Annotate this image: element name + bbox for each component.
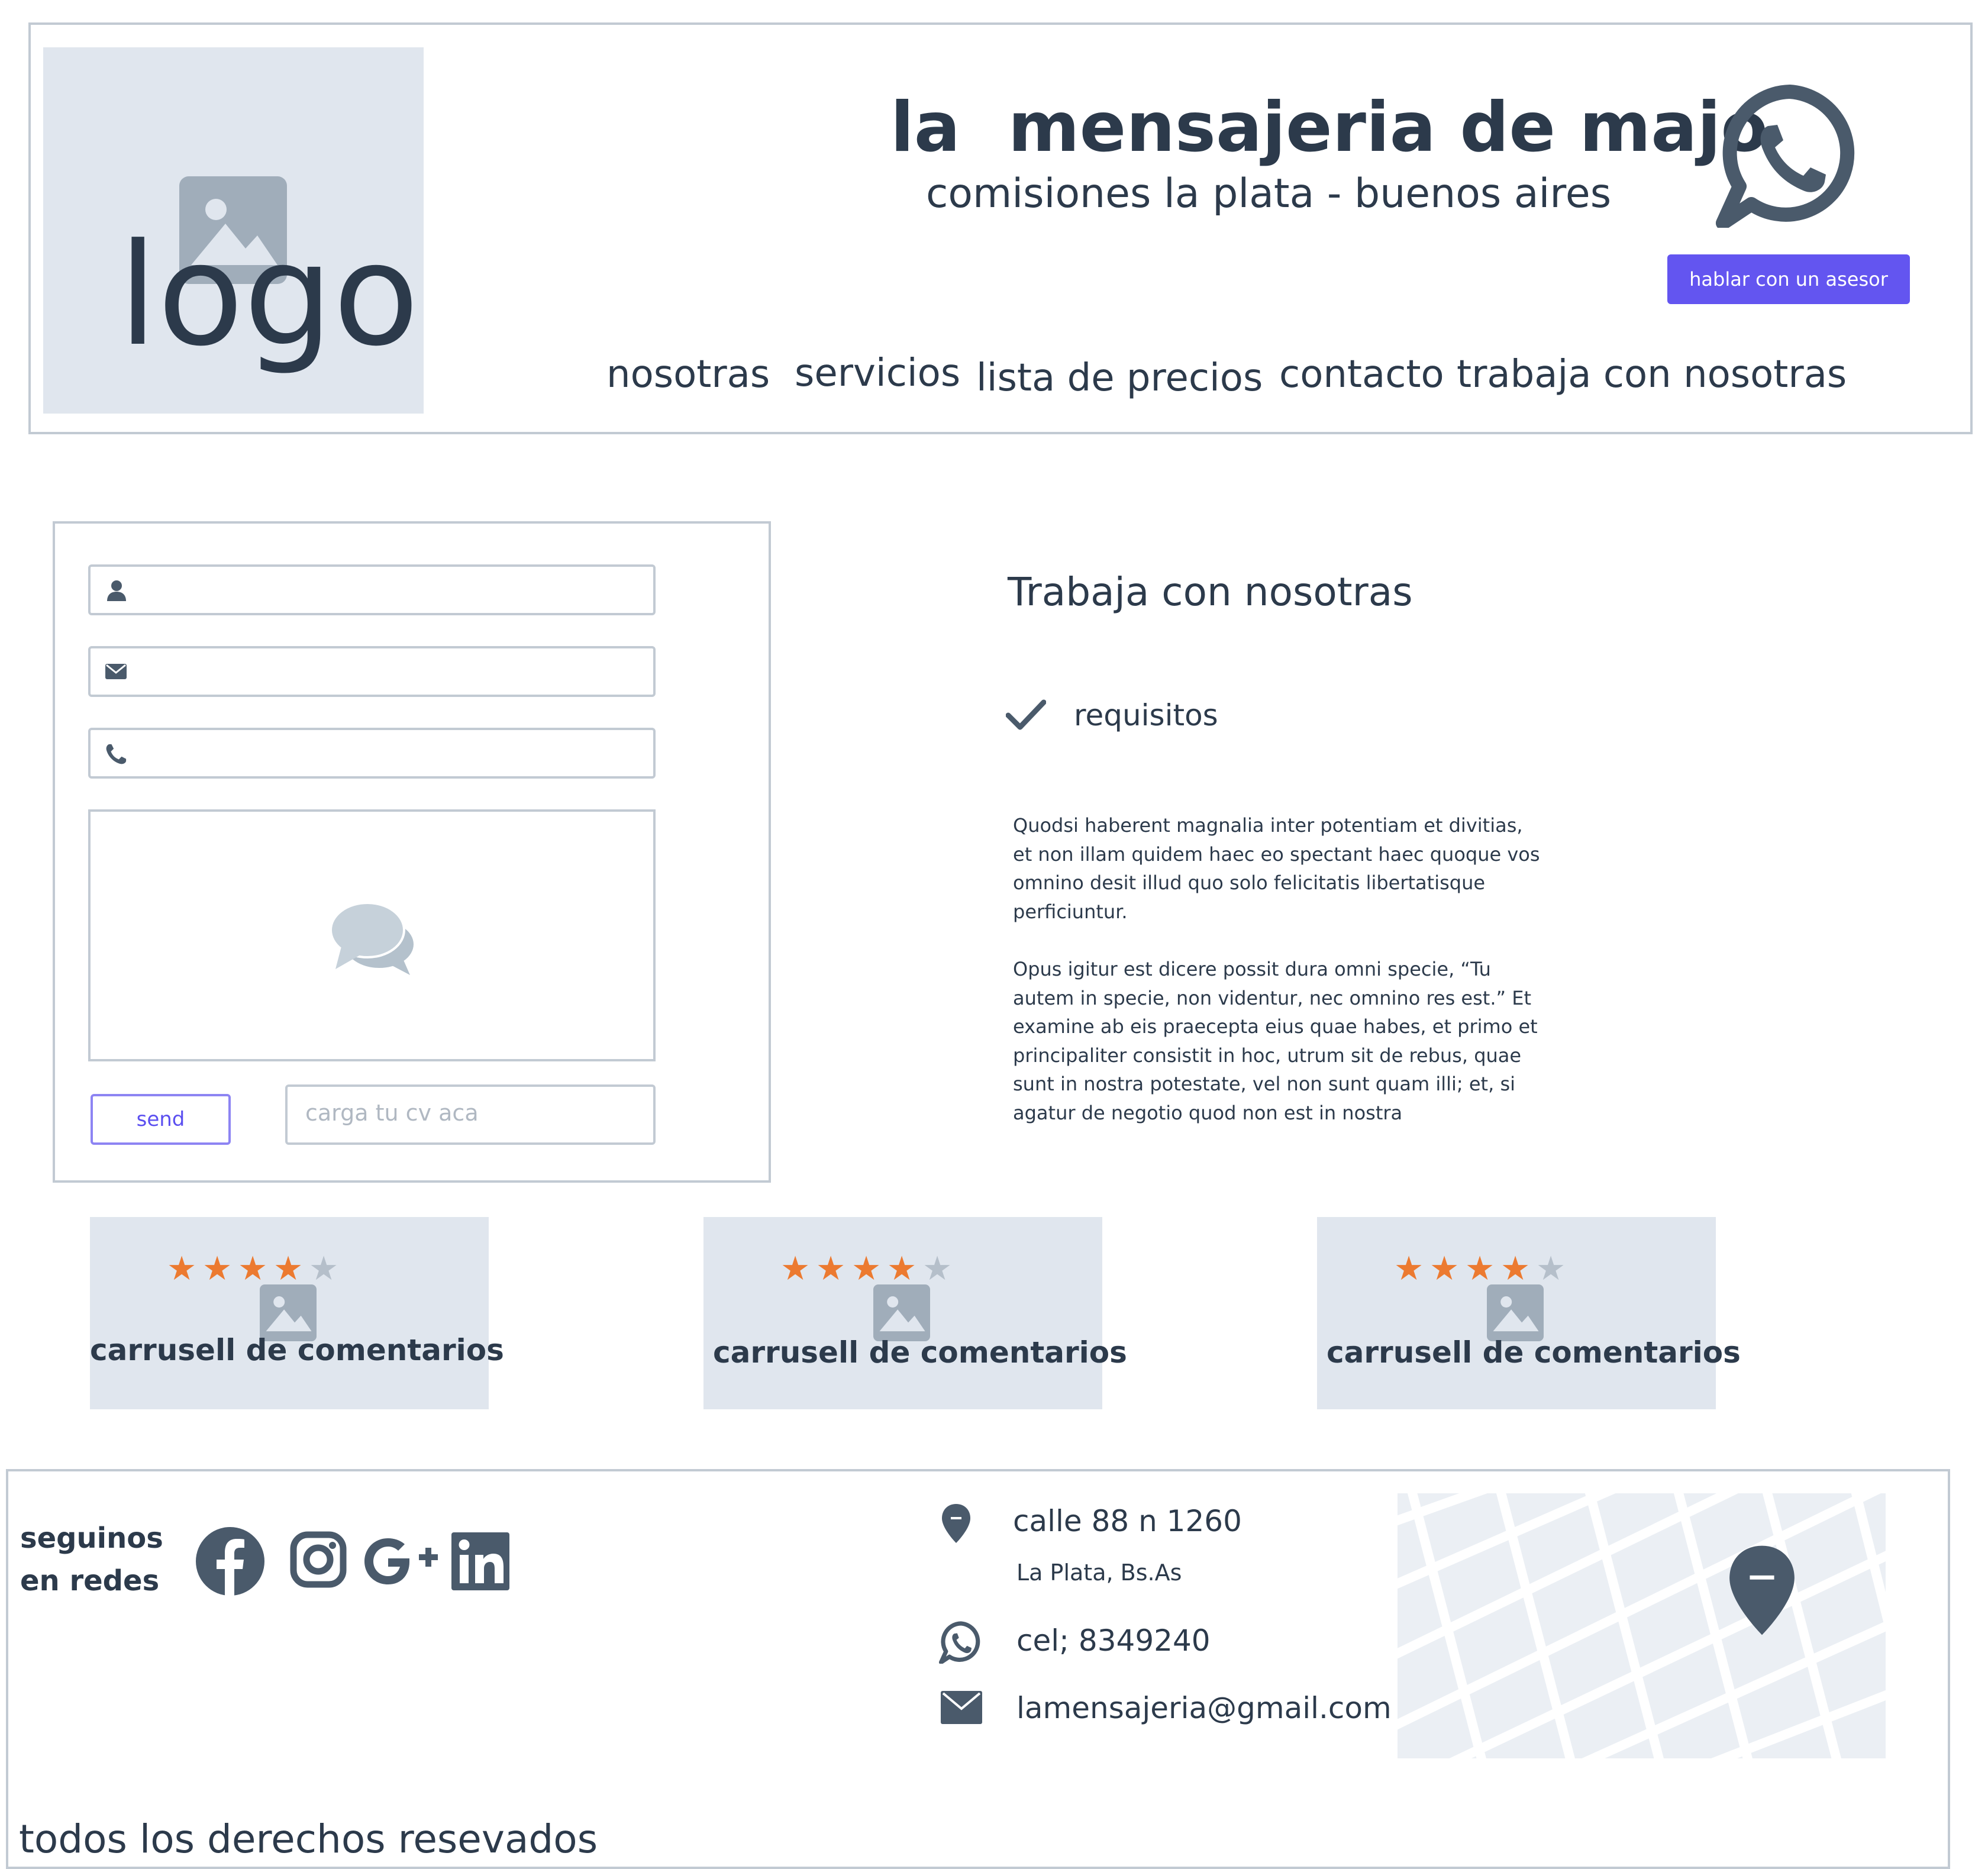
phone-icon (106, 744, 127, 764)
testimonial-title: carrusell de comentarios (713, 1335, 1127, 1370)
message-field[interactable] (88, 809, 656, 1061)
section-title: Trabaja con nosotras (1008, 569, 1413, 615)
nav-lista-de-precios[interactable]: lista de precios (976, 356, 1263, 400)
whatsapp-small-icon[interactable] (939, 1620, 983, 1664)
phone-number[interactable]: cel; 8349240 (1016, 1623, 1211, 1658)
facebook-icon[interactable] (195, 1526, 265, 1596)
star-filled-icon: ★ (816, 1250, 846, 1288)
star-empty-icon: ★ (1536, 1250, 1566, 1288)
map[interactable] (1398, 1493, 1886, 1758)
email-address[interactable]: lamensajeria@gmail.com (1016, 1691, 1392, 1725)
nav-contacto[interactable]: contacto (1279, 353, 1444, 396)
site-title: la mensajeria de majo (890, 88, 1768, 167)
social-label: seguinos en redes (20, 1522, 163, 1597)
star-filled-icon: ★ (851, 1250, 882, 1288)
map-pin-icon (1729, 1545, 1795, 1635)
linkedin-icon[interactable] (451, 1532, 509, 1590)
check-icon (1006, 699, 1046, 730)
google-plus-icon[interactable] (362, 1536, 439, 1587)
cv-upload-placeholder: carga tu cv aca (305, 1100, 479, 1126)
testimonial-title: carrusell de comentarios (1327, 1335, 1741, 1370)
talk-to-advisor-button[interactable]: hablar con un asesor (1667, 254, 1910, 304)
nav-nosotras[interactable]: nosotras (606, 353, 770, 396)
star-filled-icon: ★ (1500, 1250, 1531, 1288)
star-filled-icon: ★ (1465, 1250, 1495, 1288)
send-button[interactable]: send (91, 1094, 231, 1145)
logo-text: logo (118, 214, 419, 377)
testimonial-card[interactable]: ★ ★ ★ ★ ★ carrusell de comentarios (703, 1217, 1127, 1409)
testimonial-title: carrusell de comentarios (90, 1333, 504, 1367)
star-filled-icon: ★ (238, 1250, 268, 1288)
whatsapp-icon[interactable] (1716, 80, 1864, 228)
address-line-2: La Plata, Bs.As (1016, 1560, 1182, 1586)
star-filled-icon: ★ (1429, 1250, 1460, 1288)
envelope-icon (105, 664, 127, 679)
phone-field[interactable] (88, 728, 656, 779)
nav-servicios[interactable]: servicios (795, 351, 960, 395)
instagram-icon[interactable] (290, 1531, 347, 1588)
image-icon (873, 1284, 930, 1341)
logo-placeholder[interactable]: logo (43, 47, 424, 414)
address-line-1: calle 88 n 1260 (1013, 1504, 1242, 1538)
nav-trabaja-con-nosotras[interactable]: trabaja con nosotras (1457, 353, 1847, 396)
star-filled-icon: ★ (273, 1250, 304, 1288)
star-filled-icon: ★ (887, 1250, 917, 1288)
testimonial-card[interactable]: ★ ★ ★ ★ ★ carrusell de comentarios (90, 1217, 504, 1409)
body-paragraph-2: Opus igitur est dicere possit dura omni … (1013, 958, 1538, 1124)
cv-upload-field[interactable]: carga tu cv aca (285, 1084, 656, 1145)
star-filled-icon: ★ (1394, 1250, 1424, 1288)
copyright: todos los derechos resevados (19, 1816, 598, 1862)
star-filled-icon: ★ (167, 1250, 197, 1288)
chat-bubbles-icon (331, 902, 414, 975)
user-icon (107, 580, 126, 601)
image-icon (1487, 1284, 1544, 1341)
star-empty-icon: ★ (309, 1250, 339, 1288)
body-paragraph-1: Quodsi haberent magnalia inter potentiam… (1013, 814, 1540, 923)
location-pin-icon (942, 1504, 970, 1543)
testimonial-card[interactable]: ★ ★ ★ ★ ★ carrusell de comentarios (1317, 1217, 1741, 1409)
map-streets (1398, 1493, 1886, 1758)
name-field[interactable] (88, 564, 656, 615)
email-icon (941, 1691, 982, 1724)
site-subtitle: comisiones la plata - buenos aires (926, 170, 1612, 217)
star-empty-icon: ★ (922, 1250, 953, 1288)
requirements-label[interactable]: requisitos (1074, 698, 1218, 732)
star-filled-icon: ★ (202, 1250, 233, 1288)
star-filled-icon: ★ (780, 1250, 811, 1288)
email-field[interactable] (88, 646, 656, 697)
